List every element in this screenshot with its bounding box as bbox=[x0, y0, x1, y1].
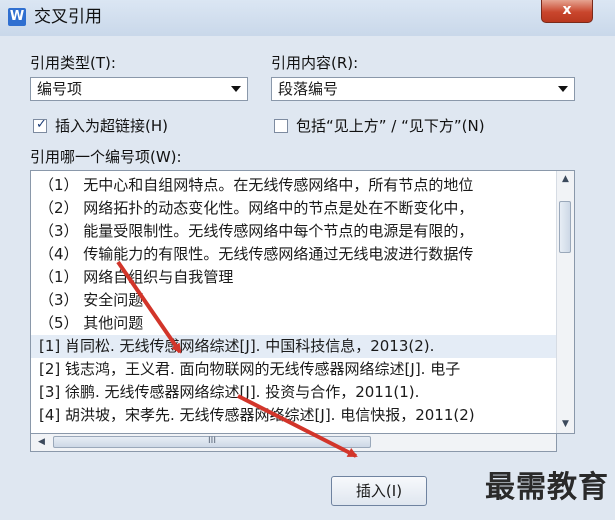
annotation-arrows bbox=[116, 260, 358, 458]
cross-reference-dialog: W 交叉引用 x 引用类型(T): 编号项 引用内容(R): 段落编号 ✓ 插入… bbox=[0, 0, 615, 520]
annotation-arrow-1 bbox=[116, 260, 182, 354]
annotation-arrow-2 bbox=[237, 394, 358, 458]
